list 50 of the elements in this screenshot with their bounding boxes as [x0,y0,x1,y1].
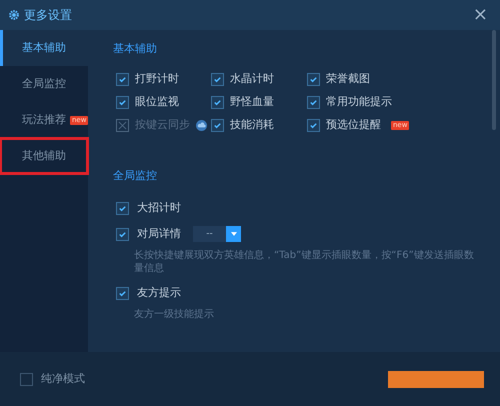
check-icon [309,98,318,106]
option-label: 眼位监视 [135,94,179,110]
checkbox[interactable] [116,228,129,240]
close-button[interactable]: × [468,6,492,24]
option-label: 对局详情 [137,226,181,242]
option-label: 常用功能提示 [326,94,392,110]
check-icon [118,204,127,212]
checkbox[interactable] [211,72,224,86]
check-icon [309,74,318,84]
check-icon [118,74,127,84]
option-label: 水晶计时 [230,70,274,87]
checkbox[interactable] [307,72,320,86]
option-label: 友方提示 [137,284,181,301]
check-icon [213,120,222,130]
option-description: 长按快捷键展现双方英雄信息，“Tab”键显示插眼数量，按“F6”键发送插眼数量信息 [133,249,475,275]
check-icon [309,120,318,130]
check-icon [118,98,127,106]
check-icon [118,230,127,238]
option-label: 纯净模式 [41,370,85,387]
check-icon [118,288,127,298]
sidebar-item[interactable]: 全局监控 [0,66,88,102]
option-description: 友方一级技能提示 [133,308,215,321]
checkbox[interactable] [116,202,129,214]
checkbox[interactable] [211,118,224,132]
option-label: 荣誉截图 [326,70,370,87]
checkbox[interactable] [116,72,129,86]
section-title: 基本辅助 [113,40,158,57]
settings-icon [8,9,20,21]
option-label: 野怪血量 [230,94,274,110]
check-icon [213,74,222,84]
option-label: 大招计时 [137,200,181,216]
option-label: 预选位提醒 [326,116,381,133]
dropdown[interactable]: -- [193,226,241,242]
checkbox[interactable] [307,96,320,108]
sidebar-item[interactable]: 其他辅助 [0,138,88,174]
checkbox[interactable] [307,118,320,132]
window-title: 更多设置 [24,7,72,24]
option-label: 按键云同步 [135,116,190,133]
checkbox[interactable] [116,286,129,300]
section-title: 全局监控 [113,168,158,184]
sidebar-item[interactable]: 基本辅助 [0,30,88,66]
action-button[interactable] [388,370,484,388]
checkbox[interactable] [116,96,129,108]
option-label: 技能消耗 [230,116,274,133]
checkbox[interactable] [211,96,224,108]
cross-icon [118,120,127,130]
caret-icon [230,232,236,236]
option-label: 打野计时 [135,70,179,87]
checkbox[interactable] [20,372,33,386]
check-icon [213,98,222,106]
